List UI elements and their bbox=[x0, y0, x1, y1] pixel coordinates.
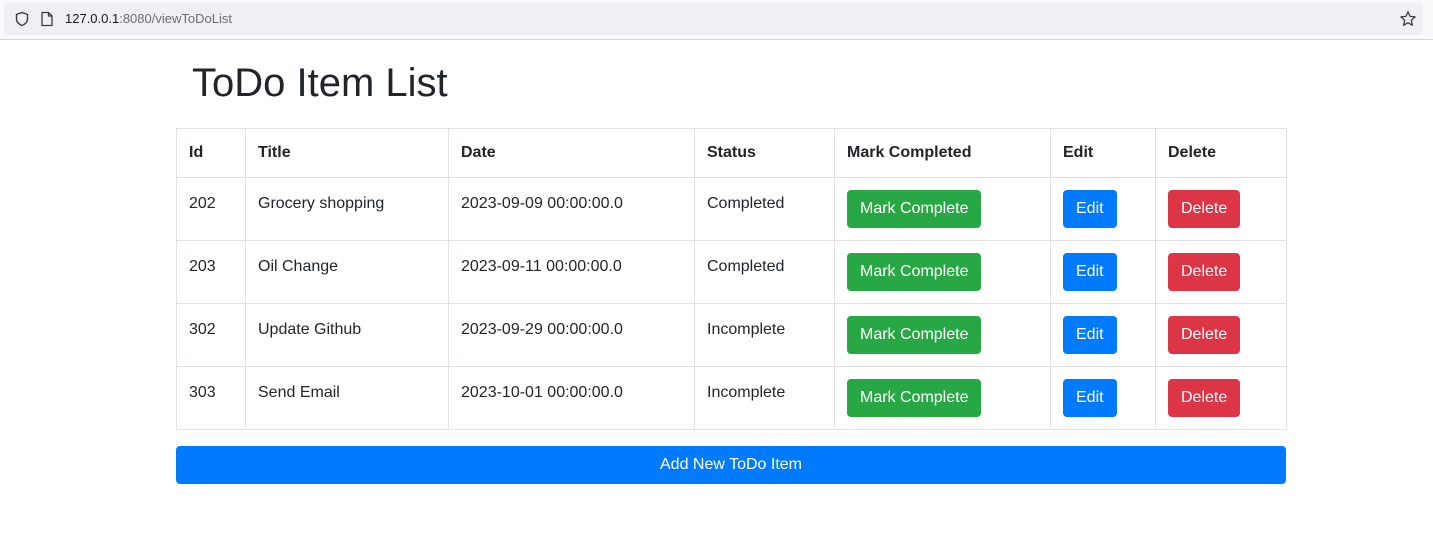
cell-id: 302 bbox=[176, 303, 246, 367]
shield-icon[interactable] bbox=[14, 11, 30, 27]
edit-button[interactable]: Edit bbox=[1063, 190, 1117, 228]
table-header-row: Id Title Date Status Mark Completed Edit… bbox=[176, 128, 1287, 178]
cell-edit: Edit bbox=[1050, 366, 1156, 430]
todo-table: Id Title Date Status Mark Completed Edit… bbox=[176, 128, 1287, 430]
cell-edit: Edit bbox=[1050, 177, 1156, 241]
mark-complete-button[interactable]: Mark Complete bbox=[847, 379, 982, 417]
cell-mark: Mark Complete bbox=[834, 177, 1051, 241]
cell-title: Send Email bbox=[245, 366, 449, 430]
delete-button[interactable]: Delete bbox=[1168, 316, 1241, 354]
edit-button[interactable]: Edit bbox=[1063, 379, 1117, 417]
address-bar[interactable]: 127.0.0.1:8080/viewToDoList bbox=[4, 3, 1423, 35]
header-id: Id bbox=[176, 128, 246, 178]
header-mark-completed: Mark Completed bbox=[834, 128, 1051, 178]
header-edit: Edit bbox=[1050, 128, 1156, 178]
cell-id: 203 bbox=[176, 240, 246, 304]
add-todo-button[interactable]: Add New ToDo Item bbox=[176, 446, 1286, 484]
cell-status: Completed bbox=[694, 240, 835, 304]
mark-complete-button[interactable]: Mark Complete bbox=[847, 316, 982, 354]
cell-title: Oil Change bbox=[245, 240, 449, 304]
cell-mark: Mark Complete bbox=[834, 240, 1051, 304]
edit-button[interactable]: Edit bbox=[1063, 316, 1117, 354]
cell-status: Completed bbox=[694, 177, 835, 241]
cell-delete: Delete bbox=[1155, 240, 1287, 304]
table-row: 203 Oil Change 2023-09-11 00:00:00.0 Com… bbox=[176, 240, 1287, 304]
table-row: 202 Grocery shopping 2023-09-09 00:00:00… bbox=[176, 177, 1287, 241]
cell-date: 2023-09-09 00:00:00.0 bbox=[448, 177, 695, 241]
header-status: Status bbox=[694, 128, 835, 178]
cell-mark: Mark Complete bbox=[834, 366, 1051, 430]
url-path: :8080/viewToDoList bbox=[119, 11, 232, 26]
cell-delete: Delete bbox=[1155, 177, 1287, 241]
table-row: 302 Update Github 2023-09-29 00:00:00.0 … bbox=[176, 303, 1287, 367]
cell-delete: Delete bbox=[1155, 366, 1287, 430]
cell-edit: Edit bbox=[1050, 303, 1156, 367]
cell-delete: Delete bbox=[1155, 303, 1287, 367]
cell-status: Incomplete bbox=[694, 303, 835, 367]
cell-title: Update Github bbox=[245, 303, 449, 367]
mark-complete-button[interactable]: Mark Complete bbox=[847, 190, 982, 228]
cell-edit: Edit bbox=[1050, 240, 1156, 304]
header-title: Title bbox=[245, 128, 449, 178]
cell-mark: Mark Complete bbox=[834, 303, 1051, 367]
cell-title: Grocery shopping bbox=[245, 177, 449, 241]
url-host: 127.0.0.1 bbox=[65, 11, 120, 26]
star-icon[interactable] bbox=[1399, 10, 1417, 28]
header-delete: Delete bbox=[1155, 128, 1287, 178]
cell-date: 2023-09-29 00:00:00.0 bbox=[448, 303, 695, 367]
delete-button[interactable]: Delete bbox=[1168, 379, 1241, 417]
cell-status: Incomplete bbox=[694, 366, 835, 430]
cell-id: 303 bbox=[176, 366, 246, 430]
delete-button[interactable]: Delete bbox=[1168, 253, 1241, 291]
mark-complete-button[interactable]: Mark Complete bbox=[847, 253, 982, 291]
header-date: Date bbox=[448, 128, 695, 178]
page-title: ToDo Item List bbox=[192, 61, 448, 105]
cell-date: 2023-10-01 00:00:00.0 bbox=[448, 366, 695, 430]
delete-button[interactable]: Delete bbox=[1168, 190, 1241, 228]
url-text[interactable]: 127.0.0.1:8080/viewToDoList bbox=[65, 11, 232, 27]
browser-toolbar: 127.0.0.1:8080/viewToDoList bbox=[0, 0, 1433, 40]
cell-id: 202 bbox=[176, 177, 246, 241]
table-row: 303 Send Email 2023-10-01 00:00:00.0 Inc… bbox=[176, 366, 1287, 430]
edit-button[interactable]: Edit bbox=[1063, 253, 1117, 291]
page-icon[interactable] bbox=[40, 11, 54, 27]
cell-date: 2023-09-11 00:00:00.0 bbox=[448, 240, 695, 304]
